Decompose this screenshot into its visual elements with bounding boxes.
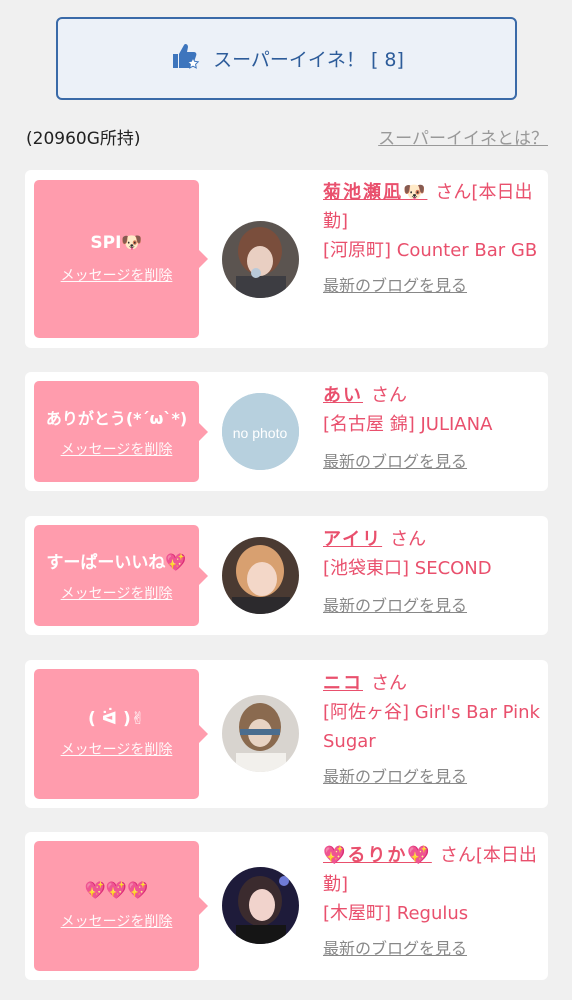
latest-blog-link[interactable]: 最新のブログを見る — [323, 271, 467, 300]
cast-info: 菊池瀬凪🐶 さん[本日出勤] [河原町] Counter Bar GB 最新のブロ… — [323, 178, 541, 300]
latest-blog-link[interactable]: 最新のブログを見る — [323, 762, 467, 791]
shop-name: [阿佐ヶ谷] Girl's Bar Pink Sugar — [323, 702, 540, 752]
shop-name: [池袋東口] SECOND — [323, 558, 492, 579]
shop-name: [名古屋 錦] JULIANA — [323, 414, 493, 435]
message-bubble: 💖💖💖 メッセージを削除 — [34, 841, 208, 971]
delete-message-link[interactable]: メッセージを削除 — [61, 439, 173, 459]
shop-name: [河原町] Counter Bar GB — [323, 240, 538, 261]
cast-name-link[interactable]: あい — [323, 385, 363, 406]
honorific: さん — [371, 385, 407, 406]
honorific: さん — [371, 673, 407, 694]
honorific: さん — [390, 529, 427, 550]
delete-message-link[interactable]: メッセージを削除 — [61, 911, 173, 931]
message-text: SPI🐶 — [90, 233, 143, 253]
delete-message-link[interactable]: メッセージを削除 — [61, 583, 173, 603]
delete-message-link[interactable]: メッセージを削除 — [61, 265, 173, 285]
cast-info: アイリ さん [池袋東口] SECOND 最新のブログを見る — [323, 525, 541, 620]
like-card: すーぱーいいね💖 メッセージを削除 アイリ さん [池袋東口] SECOND 最新… — [25, 516, 548, 635]
latest-blog-link[interactable]: 最新のブログを見る — [323, 447, 467, 476]
gold-balance: (20960G所持) — [26, 129, 141, 149]
what-is-super-iine-link[interactable]: スーパーイイネとは？ — [378, 124, 548, 149]
message-bubble: すーぱーいいね💖 メッセージを削除 — [34, 525, 208, 626]
super-iine-button[interactable]: スーパーイイネ！ [ 8] — [56, 17, 517, 100]
delete-message-link[interactable]: メッセージを削除 — [61, 739, 173, 759]
latest-blog-link[interactable]: 最新のブログを見る — [323, 591, 467, 620]
cast-info: ニコ さん [阿佐ヶ谷] Girl's Bar Pink Sugar 最新のブログ… — [323, 669, 541, 791]
like-card: ありがとう(*´ω`*) メッセージを削除 no photo あい さん [名古屋… — [25, 372, 548, 491]
avatar[interactable] — [222, 537, 299, 614]
avatar[interactable] — [222, 221, 299, 298]
message-bubble: ( ᐛ )✌ メッセージを削除 — [34, 669, 208, 799]
cast-name-link[interactable]: ニコ — [323, 673, 363, 694]
super-iine-label: スーパーイイネ！ [ 8] — [213, 49, 404, 71]
cast-info: あい さん [名古屋 錦] JULIANA 最新のブログを見る — [323, 381, 541, 476]
message-text: すーぱーいいね💖 — [46, 553, 187, 573]
no-photo-text: no photo — [233, 425, 288, 441]
avatar[interactable]: no photo — [222, 393, 299, 470]
like-card: ( ᐛ )✌ メッセージを削除 ニコ さん [阿佐ヶ谷] Girl's Bar P… — [25, 660, 548, 808]
cast-name-link[interactable]: アイリ — [323, 529, 382, 550]
like-card: 💖💖💖 メッセージを削除 💖るりか💖 さん[本日出勤] [木屋町] Regulus… — [25, 832, 548, 980]
shop-name: [木屋町] Regulus — [323, 903, 469, 924]
avatar[interactable] — [222, 867, 299, 944]
message-text: 💖💖💖 — [84, 881, 149, 901]
message-bubble: SPI🐶 メッセージを削除 — [34, 180, 208, 338]
message-text: ( ᐛ )✌ — [87, 709, 145, 729]
thumbs-up-star-icon — [169, 40, 201, 77]
message-text: ありがとう(*´ω`*) — [45, 408, 188, 428]
cast-info: 💖るりか💖 さん[本日出勤] [木屋町] Regulus 最新のブログを見る — [323, 841, 541, 963]
avatar[interactable] — [222, 695, 299, 772]
like-card: SPI🐶 メッセージを削除 菊池瀬凪🐶 さん[本日出勤] [河原町] Counte… — [25, 170, 548, 348]
message-bubble: ありがとう(*´ω`*) メッセージを削除 — [34, 381, 208, 482]
latest-blog-link[interactable]: 最新のブログを見る — [323, 934, 467, 963]
cast-name-link[interactable]: 💖るりか💖 — [323, 845, 432, 866]
cast-name-link[interactable]: 菊池瀬凪🐶 — [323, 182, 427, 203]
